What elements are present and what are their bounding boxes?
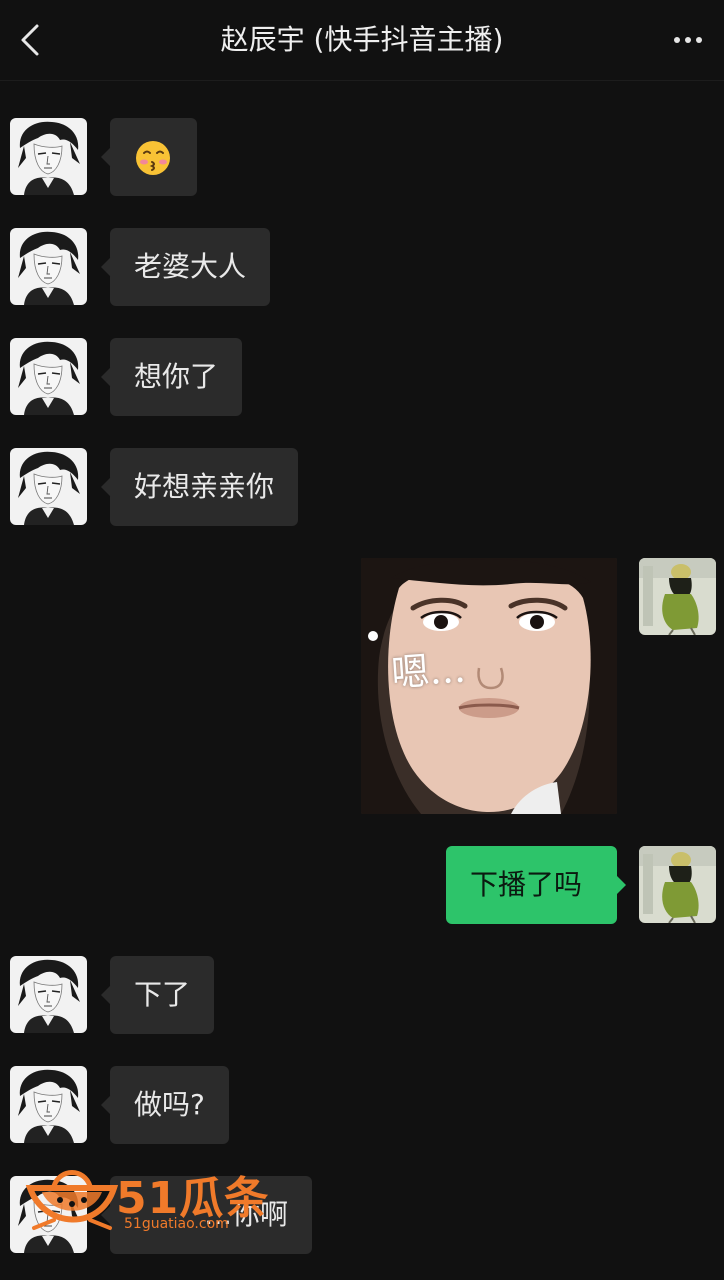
- self-avatar-image: [639, 846, 716, 923]
- self-avatar[interactable]: [639, 846, 716, 923]
- more-dots-icon: [674, 37, 680, 43]
- contact-avatar-image: [10, 338, 87, 415]
- photo-caption-overlay: 嗯...: [389, 646, 467, 696]
- chat-title: 赵辰宇 (快手抖音主播): [220, 23, 504, 56]
- message-bubble[interactable]: 下播了吗: [446, 846, 626, 924]
- contact-avatar-image: [10, 228, 87, 305]
- back-button[interactable]: [10, 18, 50, 62]
- self-avatar[interactable]: [639, 558, 716, 635]
- message-bubble[interactable]: 下了: [100, 956, 215, 1034]
- chat-header: 赵辰宇 (快手抖音主播): [0, 0, 724, 81]
- message-bubble[interactable]: …你啊: [101, 1176, 312, 1254]
- message-bubble[interactable]: 做吗?: [101, 1066, 229, 1144]
- contact-avatar-image: [10, 448, 87, 525]
- self-avatar-image: [639, 558, 716, 635]
- contact-avatar-image: [10, 1176, 87, 1253]
- more-dot: [696, 37, 702, 43]
- contact-avatar[interactable]: [10, 956, 87, 1033]
- contact-avatar[interactable]: [10, 1066, 87, 1143]
- contact-avatar-image: [10, 118, 87, 195]
- contact-avatar[interactable]: [10, 448, 87, 525]
- more-options-button[interactable]: [662, 18, 714, 62]
- contact-avatar-image: [10, 956, 87, 1033]
- message-bubble[interactable]: 想你了: [100, 338, 243, 416]
- message-photo[interactable]: 嗯...: [361, 558, 617, 814]
- contact-avatar[interactable]: [10, 338, 87, 415]
- more-dot: [685, 37, 691, 43]
- contact-avatar[interactable]: [10, 1176, 87, 1253]
- contact-avatar-image: [10, 1066, 87, 1143]
- message-bubble[interactable]: [101, 118, 197, 196]
- kissing-face-emoji: [136, 141, 170, 175]
- message-bubble[interactable]: 好想亲亲你: [100, 448, 299, 526]
- contact-avatar[interactable]: [10, 118, 87, 195]
- contact-avatar[interactable]: [10, 228, 87, 305]
- chevron-left-icon: [21, 24, 39, 56]
- message-bubble[interactable]: 老婆大人: [100, 228, 271, 306]
